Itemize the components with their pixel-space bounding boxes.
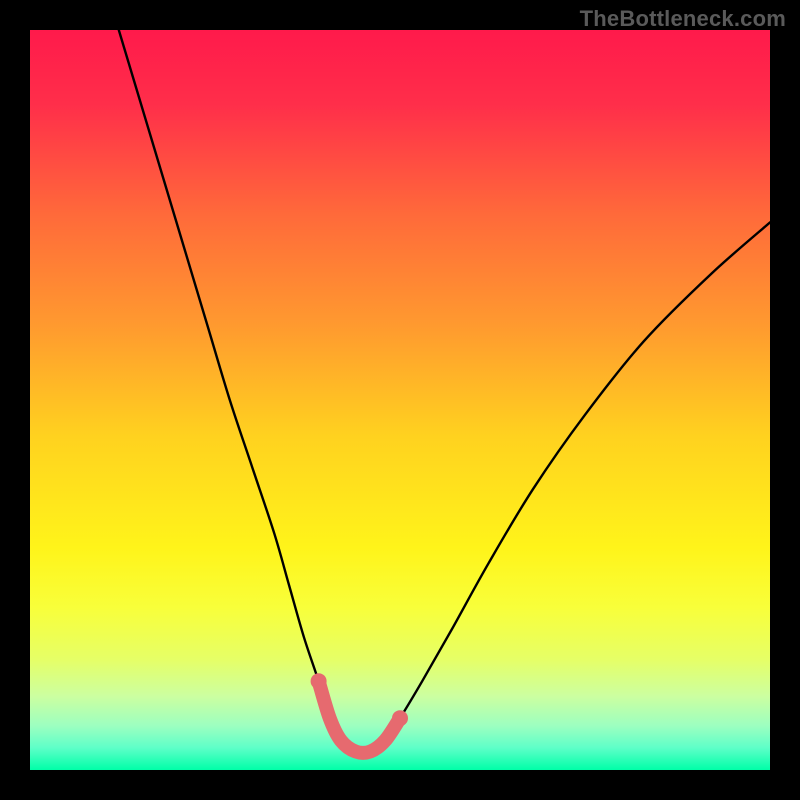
chart-svg [30, 30, 770, 770]
gradient-background [30, 30, 770, 770]
highlight-start-dot [311, 673, 327, 689]
plot-area [30, 30, 770, 770]
highlight-end-dot [392, 710, 408, 726]
watermark-text: TheBottleneck.com [580, 6, 786, 32]
chart-stage: TheBottleneck.com [0, 0, 800, 800]
